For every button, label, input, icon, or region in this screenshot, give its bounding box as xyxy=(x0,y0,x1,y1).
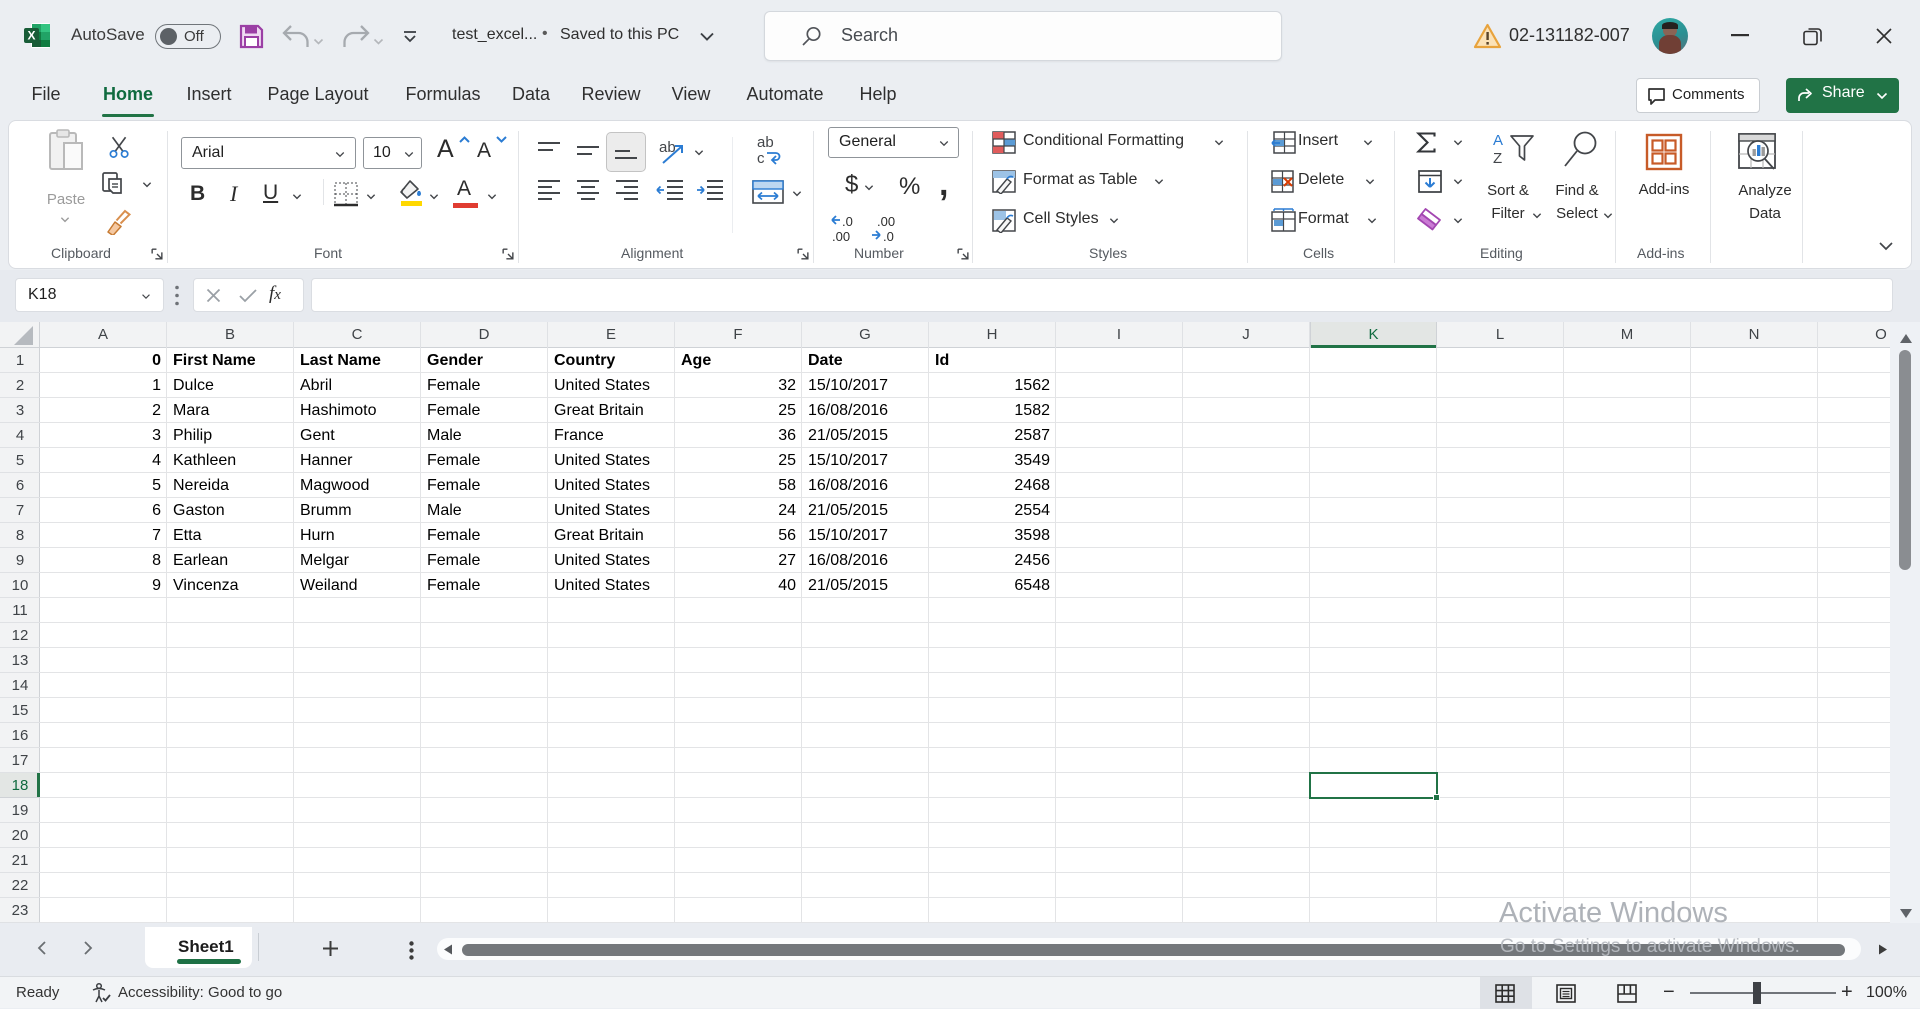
svg-text:c: c xyxy=(757,150,765,167)
svg-text:.0: .0 xyxy=(842,214,853,229)
svg-text:ab: ab xyxy=(757,134,774,151)
svg-text:.00: .00 xyxy=(832,229,850,243)
svg-text:Z: Z xyxy=(1493,150,1502,167)
svg-text:.0: .0 xyxy=(883,229,894,243)
svg-text:X: X xyxy=(27,29,35,43)
svg-text:.00: .00 xyxy=(877,214,895,229)
svg-text:A: A xyxy=(1493,132,1503,149)
